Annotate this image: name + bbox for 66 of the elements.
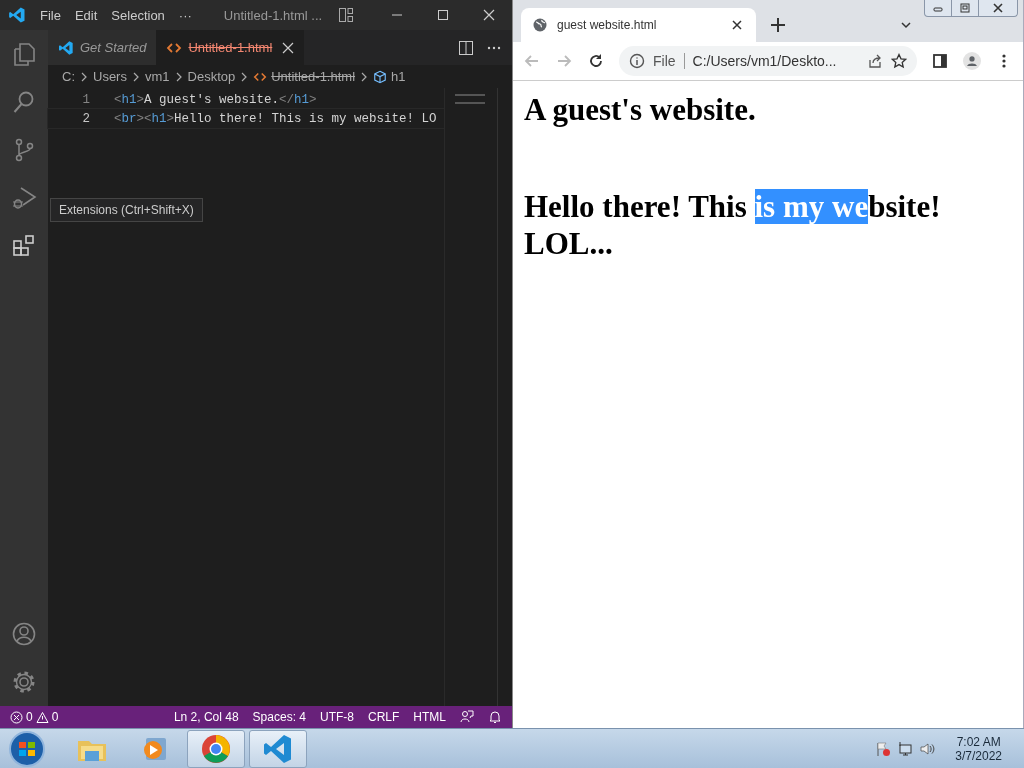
bell-icon[interactable]	[488, 710, 502, 724]
breadcrumb[interactable]: Untitled-1.html	[253, 69, 356, 84]
menu-item[interactable]: ···	[178, 7, 192, 23]
clock-time[interactable]: 7:02 AM	[956, 734, 1001, 749]
menu-item[interactable]: File	[40, 7, 61, 23]
taskbar-button[interactable]	[187, 729, 245, 768]
breadcrumb[interactable]: vm1	[144, 69, 170, 84]
vscode-logo-icon	[8, 6, 26, 24]
globe-icon	[533, 18, 547, 32]
clock-date[interactable]: 3/7/2022	[955, 748, 1002, 763]
cube-icon	[373, 69, 388, 84]
reload-icon[interactable]	[587, 52, 605, 70]
browser-tab[interactable]: guest website.html	[521, 8, 756, 42]
error-count[interactable]: 0	[26, 710, 33, 724]
account-icon[interactable]	[11, 621, 37, 647]
info-icon[interactable]	[629, 53, 645, 69]
status-item[interactable]: CRLF	[368, 710, 400, 724]
chrome-icon	[199, 732, 233, 765]
chevron-icon	[79, 71, 89, 82]
error-icon[interactable]	[10, 710, 23, 724]
address-bar[interactable]: File C:/Users/vm1/Deskto...	[619, 46, 917, 76]
status-item[interactable]: HTML	[413, 710, 446, 724]
star-icon[interactable]	[891, 53, 907, 69]
close-icon[interactable]	[730, 18, 744, 32]
play-bug-icon[interactable]	[11, 185, 37, 211]
extensions-icon[interactable]	[11, 233, 37, 259]
page-heading: A guest's website.	[524, 91, 757, 128]
editor-tab[interactable]: Untitled-1.html	[156, 30, 305, 65]
taskbar-button[interactable]	[249, 729, 307, 768]
restore-icon[interactable]	[959, 3, 971, 13]
breadcrumb[interactable]: C:	[62, 69, 75, 84]
plus-icon[interactable]	[768, 15, 788, 35]
share-icon[interactable]	[867, 53, 883, 69]
vscode-logo-icon	[58, 39, 74, 56]
warning-count[interactable]: 0	[51, 710, 59, 724]
line-number: 2	[81, 111, 91, 126]
split-editor-icon[interactable]	[458, 39, 474, 56]
line-number: 1	[81, 92, 91, 107]
status-item[interactable]: UTF-8	[320, 710, 354, 724]
network-icon[interactable]	[897, 740, 914, 757]
window-title: Untitled-1.html ...	[223, 7, 323, 23]
menu-item[interactable]: Edit	[74, 7, 98, 23]
menu-item[interactable]: Selection	[111, 7, 165, 23]
warning-icon[interactable]	[35, 710, 49, 724]
close-icon[interactable]	[992, 3, 1004, 13]
settings-icon[interactable]	[11, 669, 37, 695]
editor-tab[interactable]: Get Started	[48, 30, 157, 65]
tooltip: Extensions (Ctrl+Shift+X)	[50, 198, 203, 222]
url-text: C:/Users/vm1/Deskto...	[692, 53, 838, 69]
code-line: <h1>A guest's website.</h1>	[114, 92, 317, 107]
page-heading: Hello there! This is my website! LOL...	[524, 188, 942, 262]
code-line: <br><h1>Hello there! This is my website! LO	[114, 111, 437, 126]
feedback-icon[interactable]	[460, 710, 474, 724]
flag-error-icon[interactable]	[875, 740, 892, 757]
breadcrumb[interactable]: h1	[373, 69, 406, 84]
avatar-icon[interactable]	[963, 52, 981, 70]
breadcrumb[interactable]: Desktop	[187, 69, 236, 84]
side-panel-icon[interactable]	[931, 52, 949, 70]
status-item[interactable]: Ln 2, Col 48	[173, 710, 239, 724]
layout-icon[interactable]	[338, 7, 355, 23]
breadcrumb[interactable]: Users	[93, 69, 127, 84]
status-item[interactable]: Spaces: 4	[252, 710, 306, 724]
volume-icon[interactable]	[919, 740, 936, 757]
scheme-label: File	[653, 53, 685, 69]
files-icon[interactable]	[11, 41, 37, 67]
maximize-icon[interactable]	[437, 9, 449, 21]
